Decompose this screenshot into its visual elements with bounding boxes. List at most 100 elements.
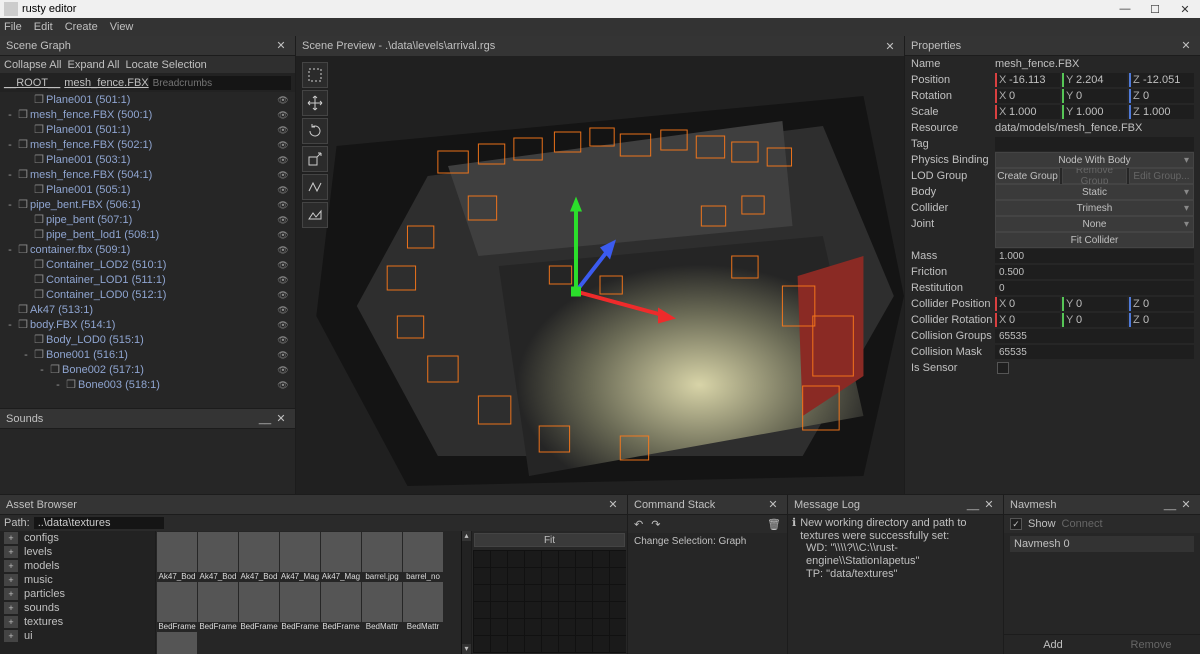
remove-group-button[interactable]: Remove Group [1062,168,1127,184]
expand-all-button[interactable]: Expand All [67,59,119,71]
scene-graph-close-icon[interactable]: ✕ [273,39,289,52]
physics-binding-select[interactable]: Node With Body [995,152,1194,168]
asset-thumbnail[interactable]: BedMattr [157,632,197,654]
tree-node[interactable]: ❒ pipe_bent_lod1 (508:1) [0,227,295,242]
asset-thumbnail[interactable]: Ak47_Mag [321,532,361,581]
folder-node[interactable]: +ui [0,629,155,643]
tree-node[interactable]: ❒ Plane001 (505:1) [0,182,295,197]
move-tool-icon[interactable] [302,90,328,116]
mass-field[interactable]: 1.000 [995,249,1194,263]
expand-toggle-icon[interactable]: - [20,349,32,361]
asset-thumbnail[interactable]: barrel_no [403,532,443,581]
restitution-field[interactable]: 0 [995,281,1194,295]
navmesh-close-icon[interactable]: ✕ [1178,498,1194,511]
undo-icon[interactable]: ↶ [634,518,643,531]
fit-preview-button[interactable]: Fit [474,533,625,547]
menu-file[interactable]: File [4,21,22,33]
expand-toggle-icon[interactable]: - [52,379,64,391]
tree-node[interactable]: - ❒ mesh_fence.FBX (502:1) [0,137,295,152]
joint-select[interactable]: None [995,216,1194,232]
asset-thumbnail[interactable]: BedMattr [403,582,443,631]
path-input[interactable] [34,517,164,529]
expand-toggle-icon[interactable]: - [4,139,16,151]
folder-node[interactable]: +textures [0,615,155,629]
locate-selection-button[interactable]: Locate Selection [125,59,206,71]
scale-x-field[interactable]: X1.000 [995,105,1060,119]
select-tool-icon[interactable] [302,62,328,88]
breadcrumb-input[interactable] [149,76,291,90]
asset-thumbnail[interactable]: BedFrame [157,582,197,631]
scale-tool-icon[interactable] [302,146,328,172]
scale-z-field[interactable]: Z1.000 [1129,105,1194,119]
visibility-icon[interactable] [275,154,291,166]
tag-field[interactable] [995,137,1194,151]
tree-node[interactable]: ❒ Plane001 (501:1) [0,122,295,137]
folder-node[interactable]: +music [0,573,155,587]
friction-field[interactable]: 0.500 [995,265,1194,279]
folder-expand-icon[interactable]: + [4,602,18,614]
asset-browser-close-icon[interactable]: ✕ [605,498,621,511]
folder-node[interactable]: +levels [0,545,155,559]
folder-expand-icon[interactable]: + [4,616,18,628]
breadcrumb-item[interactable]: mesh_fence.FBX [64,77,148,89]
expand-toggle-icon[interactable]: - [4,109,16,121]
navmesh-tool-icon[interactable] [302,174,328,200]
visibility-icon[interactable] [275,304,291,316]
collision-mask-field[interactable]: 65535 [995,345,1194,359]
navmesh-minimize-icon[interactable]: __ [1162,499,1178,511]
collider-rot-x-field[interactable]: X0 [995,313,1060,327]
message-log-minimize-icon[interactable]: __ [965,499,981,511]
thumbnails-scrollbar[interactable]: ▴▾ [461,531,471,654]
asset-thumbnail[interactable]: barrel.jpg [362,532,402,581]
folder-expand-icon[interactable]: + [4,588,18,600]
minimize-button[interactable]: — [1110,3,1140,15]
tree-node[interactable]: - ❒ body.FBX (514:1) [0,317,295,332]
fit-collider-button[interactable]: Fit Collider [995,232,1194,248]
position-z-field[interactable]: Z-12.051 [1129,73,1194,87]
position-y-field[interactable]: Y2.204 [1062,73,1127,87]
menu-edit[interactable]: Edit [34,21,53,33]
scene-graph-tree[interactable]: ❒ Plane001 (501:1) - ❒ mesh_fence.FBX (5… [0,92,295,408]
visibility-icon[interactable] [275,229,291,241]
show-checkbox[interactable]: ✓ [1010,518,1022,530]
folder-expand-icon[interactable]: + [4,560,18,572]
navmesh-add-button[interactable]: Add [1004,635,1102,654]
thumbnails-area[interactable]: Ak47_BodAk47_BodAk47_BodAk47_MagAk47_Mag… [156,531,461,654]
collision-groups-field[interactable]: 65535 [995,329,1194,343]
folder-expand-icon[interactable]: + [4,574,18,586]
viewport[interactable] [296,56,904,494]
collider-rot-y-field[interactable]: Y0 [1062,313,1127,327]
expand-toggle-icon[interactable]: - [4,319,16,331]
visibility-icon[interactable] [275,364,291,376]
rotation-x-field[interactable]: X0 [995,89,1060,103]
folder-expand-icon[interactable]: + [4,532,18,544]
visibility-icon[interactable] [275,244,291,256]
visibility-icon[interactable] [275,274,291,286]
asset-thumbnail[interactable]: BedFrame [321,582,361,631]
visibility-icon[interactable] [275,139,291,151]
folder-node[interactable]: +particles [0,587,155,601]
command-stack-item[interactable]: Change Selection: Graph [628,533,787,550]
folder-expand-icon[interactable]: + [4,630,18,642]
sounds-minimize-icon[interactable]: __ [257,413,273,425]
collapse-all-button[interactable]: Collapse All [4,59,61,71]
visibility-icon[interactable] [275,319,291,331]
rotation-y-field[interactable]: Y0 [1062,89,1127,103]
visibility-icon[interactable] [275,199,291,211]
create-group-button[interactable]: Create Group [995,168,1060,184]
breadcrumb-root[interactable]: __ROOT__ [4,77,60,89]
sounds-close-icon[interactable]: ✕ [273,412,289,425]
terrain-tool-icon[interactable] [302,202,328,228]
visibility-icon[interactable] [275,94,291,106]
tree-node[interactable]: - ❒ Bone003 (518:1) [0,377,295,392]
visibility-icon[interactable] [275,259,291,271]
expand-toggle-icon[interactable]: - [4,169,16,181]
tree-node[interactable]: ❒ Ak47 (513:1) [0,302,295,317]
tree-node[interactable]: ❒ Body_LOD0 (515:1) [0,332,295,347]
scene-preview-close-icon[interactable]: ✕ [882,40,898,53]
tree-node[interactable]: - ❒ pipe_bent.FBX (506:1) [0,197,295,212]
folder-expand-icon[interactable]: + [4,546,18,558]
visibility-icon[interactable] [275,169,291,181]
expand-toggle-icon[interactable]: - [4,244,16,256]
tree-node[interactable]: ❒ Plane001 (501:1) [0,92,295,107]
